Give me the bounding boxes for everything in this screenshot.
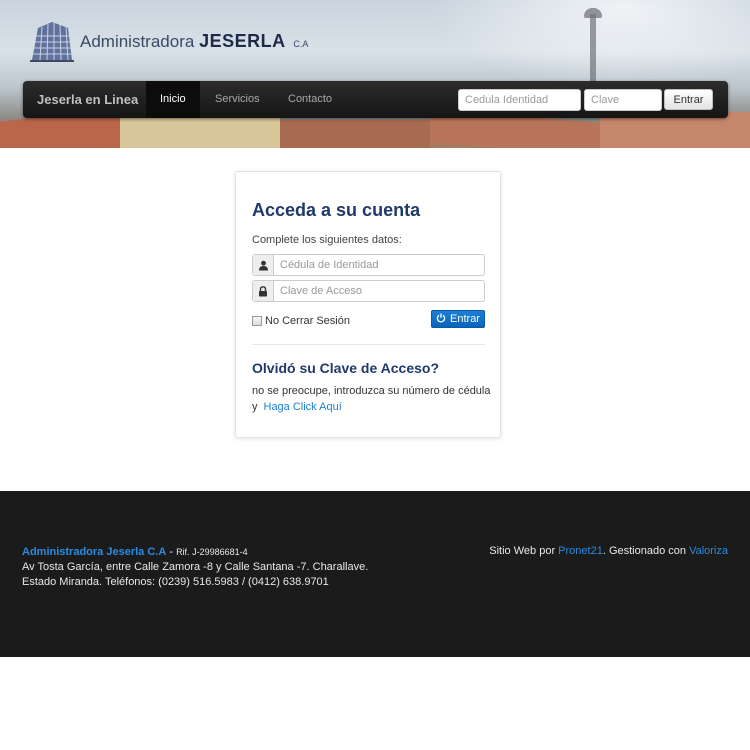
footer-company-name: Administradora Jeserla C.A: [22, 546, 167, 558]
power-icon: [436, 313, 446, 326]
forgot-password-title: Olvidó su Clave de Acceso?: [252, 360, 439, 376]
nav-item-inicio[interactable]: Inicio: [146, 81, 200, 118]
remember-checkbox[interactable]: [252, 316, 262, 326]
footer-credit-prefix: Sitio Web por: [489, 545, 559, 557]
footer-address-line2: Estado Miranda. Teléfonos: (0239) 516.59…: [22, 576, 329, 588]
footer-link-pronet21[interactable]: Pronet21: [558, 545, 603, 557]
logo-name-suffix: C.A: [293, 38, 309, 49]
navbar-brand[interactable]: Jeserla en Linea: [37, 81, 138, 118]
banner-roof: [280, 120, 430, 148]
building-logo-icon: [30, 22, 74, 62]
footer-separator: -: [166, 546, 177, 558]
company-logo[interactable]: Administradora JESERLA C.A: [28, 18, 308, 64]
forgot-password-link[interactable]: Haga Click Aquí: [264, 401, 342, 413]
logo-name-prefix: Administradora: [80, 31, 195, 51]
nav-item-contacto[interactable]: Contacto: [274, 81, 346, 118]
nav-item-servicios[interactable]: Servicios: [201, 81, 274, 118]
logo-name-strong: JESERLA: [199, 30, 286, 51]
login-title: Acceda a su cuenta: [252, 200, 421, 220]
footer-company-info: Administradora Jeserla C.A - Rif. J-2998…: [22, 545, 368, 590]
login-button[interactable]: Entrar: [431, 310, 485, 328]
login-button-label: Entrar: [450, 313, 480, 325]
footer-address-line1: Av Tosta García, entre Calle Zamora -8 y…: [22, 561, 369, 573]
footer-link-valoriza[interactable]: Valoriza: [689, 545, 728, 557]
login-card: Acceda a su cuenta Complete los siguient…: [235, 171, 501, 438]
logo-text: Administradora JESERLA C.A: [80, 31, 308, 52]
footer-company-line: Administradora Jeserla C.A - Rif. J-2998…: [22, 545, 368, 560]
cedula-input[interactable]: [274, 255, 484, 275]
login-subtitle: Complete los siguientes datos:: [252, 234, 402, 246]
navbar-clave-input[interactable]: [584, 89, 662, 111]
page-footer: Administradora Jeserla C.A - Rif. J-2998…: [0, 491, 750, 657]
cedula-input-group: [252, 254, 485, 276]
card-divider: [252, 344, 485, 345]
footer-credits: Sitio Web por Pronet21. Gestionado con V…: [489, 545, 728, 557]
navbar-cedula-input[interactable]: [458, 89, 581, 111]
banner-tower: [590, 14, 596, 84]
footer-rif: Rif. J-29986681-4: [176, 547, 248, 557]
forgot-password-text: no se preocupe, introduzca su número de …: [252, 383, 492, 415]
header-banner: Administradora JESERLA C.A Jeserla en Li…: [0, 0, 750, 148]
remember-session[interactable]: No Cerrar Sesión: [252, 315, 350, 327]
remember-label: No Cerrar Sesión: [265, 315, 350, 327]
top-navbar: Jeserla en Linea Inicio Servicios Contac…: [23, 81, 728, 118]
clave-input[interactable]: [274, 281, 484, 301]
banner-roof: [120, 118, 280, 148]
navbar-login-button[interactable]: Entrar: [664, 89, 713, 110]
user-icon: [253, 255, 274, 275]
clave-input-group: [252, 280, 485, 302]
lock-icon: [253, 281, 274, 301]
footer-credit-middle: . Gestionado con: [602, 545, 690, 557]
